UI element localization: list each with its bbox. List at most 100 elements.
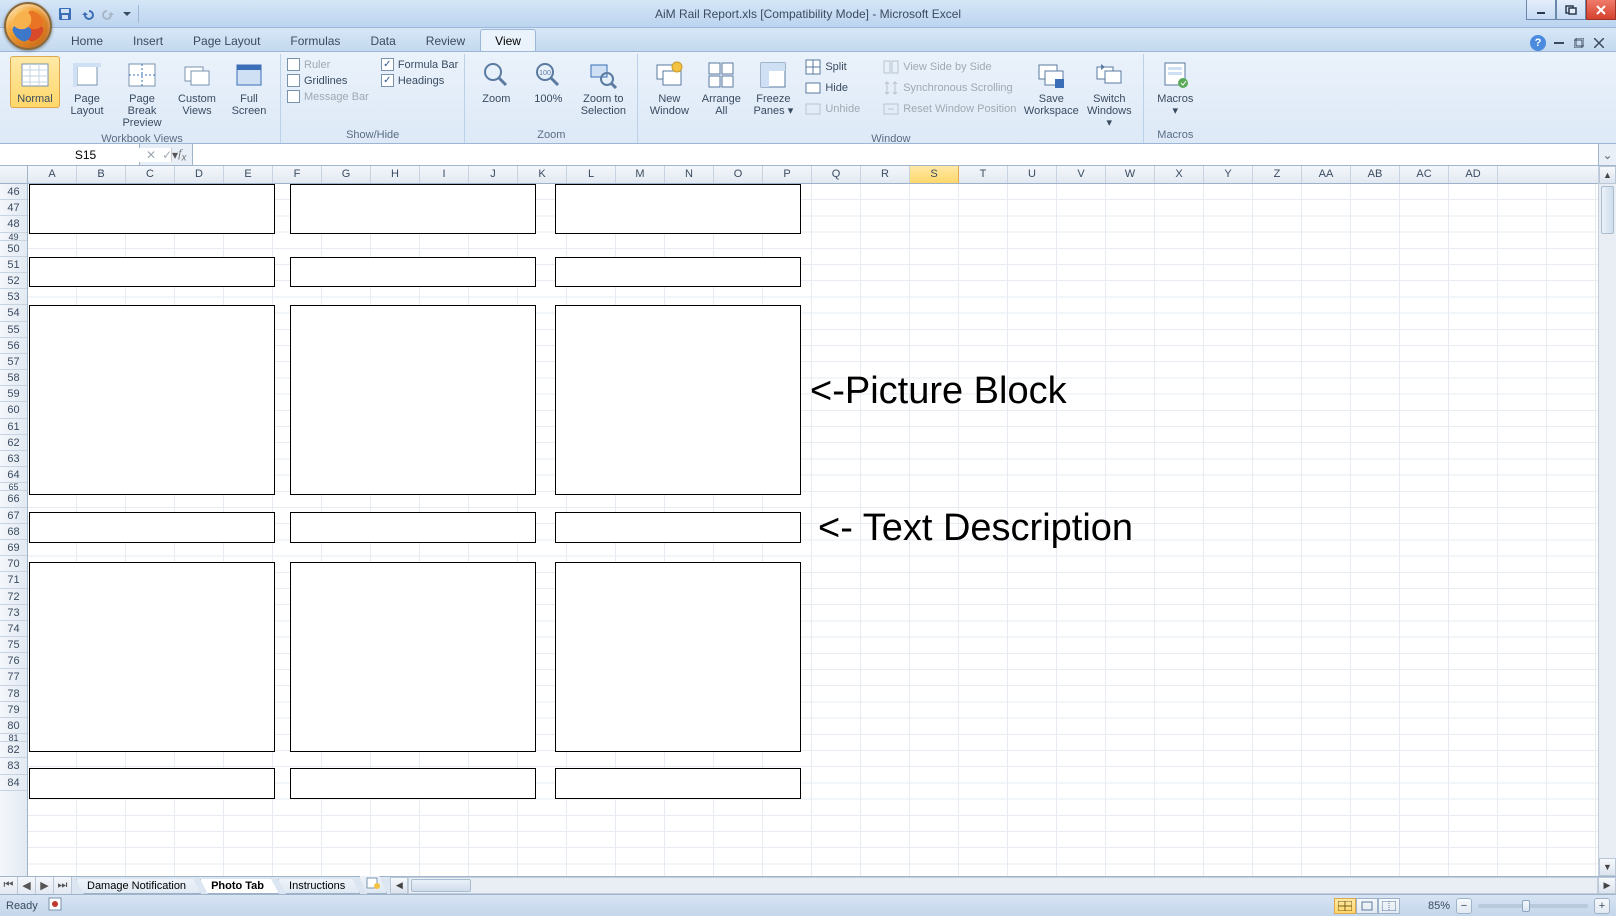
tab-data[interactable]: Data	[355, 29, 410, 51]
unhide-button[interactable]: Unhide	[800, 99, 865, 119]
window-minimize-inner[interactable]	[1552, 36, 1566, 50]
split-button[interactable]: Split	[800, 57, 865, 77]
column-header[interactable]: D	[175, 166, 224, 183]
row-header[interactable]: 78	[0, 686, 27, 702]
select-all-button[interactable]	[0, 166, 28, 184]
row-header[interactable]: 62	[0, 435, 27, 451]
formula-expand-icon[interactable]: ⌄	[1598, 144, 1616, 165]
macro-record-icon[interactable]	[48, 897, 62, 914]
row-header[interactable]: 60	[0, 402, 27, 418]
row-header[interactable]: 79	[0, 702, 27, 718]
row-header[interactable]: 77	[0, 669, 27, 685]
scroll-down-icon[interactable]: ▼	[1599, 858, 1616, 876]
sheet-tab-damage[interactable]: Damage Notification	[76, 879, 201, 894]
zoom-slider[interactable]	[1478, 904, 1588, 908]
arrange-all-button[interactable]: Arrange All	[696, 56, 746, 120]
gridlines-checkbox[interactable]: Gridlines	[287, 74, 369, 87]
row-header[interactable]: 49	[0, 233, 27, 241]
sheet-next-icon[interactable]: ▶	[36, 877, 54, 894]
row-header[interactable]: 63	[0, 451, 27, 467]
normal-button[interactable]: Normal	[10, 56, 60, 108]
column-header[interactable]: K	[518, 166, 567, 183]
column-header[interactable]: Y	[1204, 166, 1253, 183]
column-header[interactable]: S	[910, 166, 959, 183]
row-header[interactable]: 68	[0, 524, 27, 540]
enter-icon[interactable]: ✓	[162, 148, 172, 162]
window-restore-inner[interactable]	[1572, 36, 1586, 50]
new-window-button[interactable]: New Window	[644, 56, 694, 120]
sheet-tab-photo[interactable]: Photo Tab	[200, 879, 279, 894]
zoom-to-selection-button[interactable]: Zoom to Selection	[575, 56, 631, 120]
zoom-knob[interactable]	[1522, 900, 1530, 912]
row-header[interactable]: 53	[0, 289, 27, 305]
tab-formulas[interactable]: Formulas	[275, 29, 355, 51]
formula-bar-checkbox[interactable]: ✓Formula Bar	[381, 58, 459, 71]
row-header[interactable]: 83	[0, 758, 27, 774]
qat-redo-icon[interactable]	[100, 5, 118, 23]
zoom-button[interactable]: Zoom	[471, 56, 521, 108]
row-header[interactable]: 52	[0, 273, 27, 289]
column-header[interactable]: U	[1008, 166, 1057, 183]
new-sheet-button[interactable]	[359, 876, 387, 894]
row-header[interactable]: 71	[0, 572, 27, 588]
column-header[interactable]: P	[763, 166, 812, 183]
vertical-scrollbar[interactable]: ▲ ▼	[1598, 166, 1616, 876]
tab-home[interactable]: Home	[56, 29, 118, 51]
column-header[interactable]: Q	[812, 166, 861, 183]
side-by-side-button[interactable]: View Side by Side	[878, 57, 1021, 77]
minimize-button[interactable]	[1526, 0, 1556, 20]
freeze-panes-button[interactable]: Freeze Panes ▾	[748, 56, 798, 120]
custom-views-button[interactable]: Custom Views	[172, 56, 222, 120]
scroll-up-icon[interactable]: ▲	[1599, 166, 1616, 184]
hide-button[interactable]: Hide	[800, 78, 865, 98]
column-header[interactable]: Z	[1253, 166, 1302, 183]
row-header[interactable]: 80	[0, 718, 27, 734]
scroll-thumb[interactable]	[1601, 186, 1614, 234]
help-icon[interactable]: ?	[1530, 35, 1546, 51]
headings-checkbox[interactable]: ✓Headings	[381, 74, 459, 87]
window-close-inner[interactable]	[1592, 36, 1606, 50]
row-header[interactable]: 48	[0, 216, 27, 232]
tab-insert[interactable]: Insert	[118, 29, 178, 51]
save-workspace-button[interactable]: Save Workspace	[1023, 56, 1079, 120]
row-header[interactable]: 65	[0, 483, 27, 491]
column-header[interactable]: L	[567, 166, 616, 183]
fx-icon[interactable]: fx	[178, 146, 186, 163]
row-header[interactable]: 56	[0, 338, 27, 354]
column-header[interactable]: A	[28, 166, 77, 183]
scroll-right-icon[interactable]: ▶	[1598, 877, 1616, 894]
macros-button[interactable]: Macros▾	[1150, 56, 1200, 120]
row-header[interactable]: 67	[0, 508, 27, 524]
row-header[interactable]: 82	[0, 742, 27, 758]
zoom-in-button[interactable]: +	[1594, 898, 1610, 914]
formula-input[interactable]	[193, 144, 1598, 165]
column-header[interactable]: T	[959, 166, 1008, 183]
column-header[interactable]: E	[224, 166, 273, 183]
row-header[interactable]: 81	[0, 734, 27, 742]
row-header[interactable]: 64	[0, 467, 27, 483]
maximize-button[interactable]	[1556, 0, 1586, 20]
column-header[interactable]: F	[273, 166, 322, 183]
view-page-break-icon[interactable]	[1378, 898, 1400, 914]
column-header[interactable]: G	[322, 166, 371, 183]
column-header[interactable]: W	[1106, 166, 1155, 183]
sheet-tab-instructions[interactable]: Instructions	[278, 879, 360, 894]
scroll-left-icon[interactable]: ◀	[390, 877, 408, 894]
row-header[interactable]: 51	[0, 257, 27, 273]
row-header[interactable]: 58	[0, 370, 27, 386]
row-header[interactable]: 55	[0, 322, 27, 338]
sync-scroll-button[interactable]: Synchronous Scrolling	[878, 78, 1021, 98]
cancel-icon[interactable]: ✕	[146, 148, 156, 162]
column-header[interactable]: C	[126, 166, 175, 183]
row-header[interactable]: 74	[0, 621, 27, 637]
horizontal-scrollbar[interactable]: ◀ ▶	[390, 877, 1616, 894]
row-header[interactable]: 73	[0, 605, 27, 621]
hundred-pct-button[interactable]: 100 100%	[523, 56, 573, 108]
full-screen-button[interactable]: Full Screen	[224, 56, 274, 120]
scroll-track[interactable]	[408, 877, 1598, 894]
reset-window-button[interactable]: Reset Window Position	[878, 99, 1021, 119]
row-header[interactable]: 47	[0, 200, 27, 216]
column-header[interactable]: I	[420, 166, 469, 183]
row-header[interactable]: 72	[0, 589, 27, 605]
scroll-thumb[interactable]	[411, 879, 471, 892]
